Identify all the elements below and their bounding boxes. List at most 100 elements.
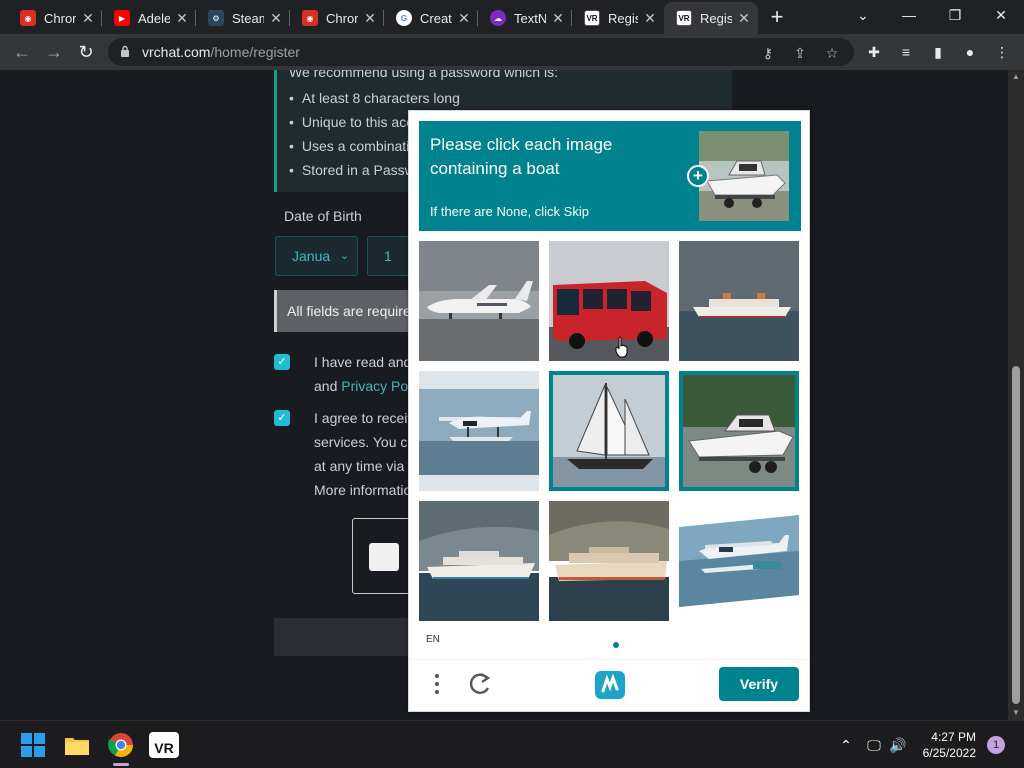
minimize-button[interactable]: — (886, 2, 932, 30)
vrchat-taskbar-icon[interactable]: VR (149, 732, 179, 758)
refresh-challenge-icon[interactable] (467, 671, 493, 697)
tab-title: Regis (608, 10, 638, 26)
address-bar[interactable]: vrchat.com/home/register ⚷ ⇪ ☆ (108, 38, 854, 66)
media-control-icon[interactable]: ≡ (896, 42, 916, 62)
image-tile-motorboat[interactable] (679, 371, 799, 491)
lock-icon (121, 45, 129, 57)
chrome-menu-icon[interactable]: ⋮ (992, 42, 1012, 62)
close-icon[interactable]: ✕ (456, 10, 472, 26)
image-tile-airplane[interactable] (419, 241, 539, 361)
chrome-taskbar-icon[interactable] (105, 729, 137, 761)
file-explorer-icon[interactable] (61, 729, 93, 761)
extensions-puzzle-icon[interactable]: ✚ (864, 42, 884, 62)
textnow-icon: ☁ (490, 10, 506, 26)
clock-date: 6/25/2022 (922, 746, 976, 760)
image-tile-cruise-ship[interactable] (419, 501, 539, 621)
scrollbar-thumb[interactable] (1012, 366, 1020, 704)
restore-button[interactable]: ❐ (932, 2, 978, 30)
create-account-button[interactable] (274, 618, 414, 656)
tab-google[interactable]: G Creat ✕ (384, 2, 478, 34)
close-icon[interactable]: ✕ (736, 10, 752, 26)
share-icon[interactable]: ⇪ (790, 43, 810, 63)
new-tab-button[interactable]: + (764, 5, 790, 29)
key-icon[interactable]: ⚷ (758, 43, 778, 63)
required-fields-notice: All fields are require (274, 290, 414, 332)
hand-cursor-icon (615, 336, 628, 358)
chevron-down-icon: ⌄ (339, 250, 349, 262)
close-window-button[interactable]: ✕ (978, 2, 1024, 30)
close-icon[interactable]: ✕ (174, 10, 190, 26)
close-icon[interactable]: ✕ (362, 10, 378, 26)
tab-title: Steam (232, 10, 264, 26)
password-lead-text: We recommend using a password which is: (289, 70, 558, 80)
close-icon[interactable]: ✕ (268, 10, 284, 26)
back-arrow-icon[interactable]: ← (10, 40, 34, 64)
language-selector[interactable]: EN (426, 634, 440, 645)
image-tile-seaplane[interactable] (679, 501, 799, 621)
scroll-down-icon[interactable]: ▼ (1008, 706, 1024, 720)
reload-icon[interactable]: ↻ (74, 40, 98, 64)
terms-line: and Privacy Poli (314, 374, 414, 398)
terms-prefix: and (314, 378, 338, 394)
tab-vrchat-1[interactable]: VR Regis ✕ (572, 2, 664, 34)
google-icon: G (396, 10, 412, 26)
tab-strip: ◉ Chrom ✕ ▶ Adele ✕ ⚙ Steam ✕ ◉ Chrom ✕ … (0, 0, 1024, 34)
bookmark-star-icon[interactable]: ☆ (822, 43, 842, 63)
image-tile-cruise-ship[interactable] (679, 241, 799, 361)
tab-search-chevron-icon[interactable]: ⌄ (840, 2, 886, 30)
chevron-up-icon[interactable]: ⌃ (836, 735, 856, 755)
tab-textnow[interactable]: ☁ TextN ✕ (478, 2, 572, 34)
youtube-icon: ▶ (114, 10, 130, 26)
terms-checkbox[interactable]: ✓ (274, 354, 290, 370)
tab-chrome-1[interactable]: ◉ Chrom ✕ (8, 2, 102, 34)
zoom-plus-icon[interactable]: + (687, 165, 709, 187)
day-value: 1 (384, 248, 392, 264)
notification-badge[interactable]: 1 (987, 736, 1005, 754)
tab-title: Creat (420, 10, 452, 26)
clock-time: 4:27 PM (931, 730, 976, 744)
tab-title: TextN (514, 10, 546, 26)
close-icon[interactable]: ✕ (550, 10, 566, 26)
forward-arrow-icon[interactable]: → (42, 40, 66, 64)
clock[interactable]: 4:27 PM 6/25/2022 (912, 729, 976, 761)
skip-hint: If there are None, click Skip (430, 204, 589, 219)
tab-youtube[interactable]: ▶ Adele ✕ (102, 2, 196, 34)
terms-line: I have read and (314, 354, 412, 370)
profile-avatar-icon[interactable]: ● (960, 42, 980, 62)
tab-title: Regis (700, 10, 732, 26)
url-text: vrchat.com/home/register (142, 44, 300, 60)
menu-dots-icon[interactable] (431, 671, 443, 697)
close-icon[interactable]: ✕ (80, 10, 96, 26)
active-app-indicator (113, 763, 129, 766)
privacy-policy-link[interactable]: Privacy Poli (341, 378, 414, 394)
offers-checkbox[interactable]: ✓ (274, 410, 290, 426)
example-image (699, 131, 789, 221)
tab-chrome-2[interactable]: ◉ Chrom ✕ (290, 2, 384, 34)
image-tile-sailboat[interactable] (549, 371, 669, 491)
tab-vrchat-active[interactable]: VR Regis ✕ (664, 2, 758, 34)
month-value: Janua (292, 248, 331, 264)
close-icon[interactable]: ✕ (642, 10, 658, 26)
captcha-checkbox[interactable] (369, 543, 399, 571)
steam-icon: ⚙ (208, 10, 224, 26)
verify-button[interactable]: Verify (719, 667, 799, 701)
page-scrollbar[interactable]: ▲ ▼ (1008, 70, 1024, 720)
footer-divider (409, 659, 809, 660)
offers-line: services. You ca (314, 434, 416, 450)
captcha-checkbox-widget[interactable] (352, 518, 412, 594)
page-indicator-dot (613, 642, 619, 648)
scroll-up-icon[interactable]: ▲ (1008, 70, 1024, 84)
image-tile-seaplane[interactable] (419, 371, 539, 491)
offers-line: I agree to receiv (314, 410, 415, 426)
windows-start-icon[interactable] (17, 729, 49, 761)
prompt-text: Please click each image containing a boa… (430, 135, 613, 178)
month-select[interactable]: Janua ⌄ (275, 236, 358, 276)
image-tile-bus[interactable] (549, 241, 669, 361)
tab-title: Chrom (326, 10, 358, 26)
vrchat-icon: VR (584, 10, 600, 26)
network-icon[interactable]: 🖵 (864, 735, 884, 755)
image-tile-cruise-ship[interactable] (549, 501, 669, 621)
side-panel-icon[interactable]: ▮ (928, 42, 948, 62)
volume-icon[interactable]: 🔊 (888, 735, 908, 755)
tab-steam[interactable]: ⚙ Steam ✕ (196, 2, 290, 34)
